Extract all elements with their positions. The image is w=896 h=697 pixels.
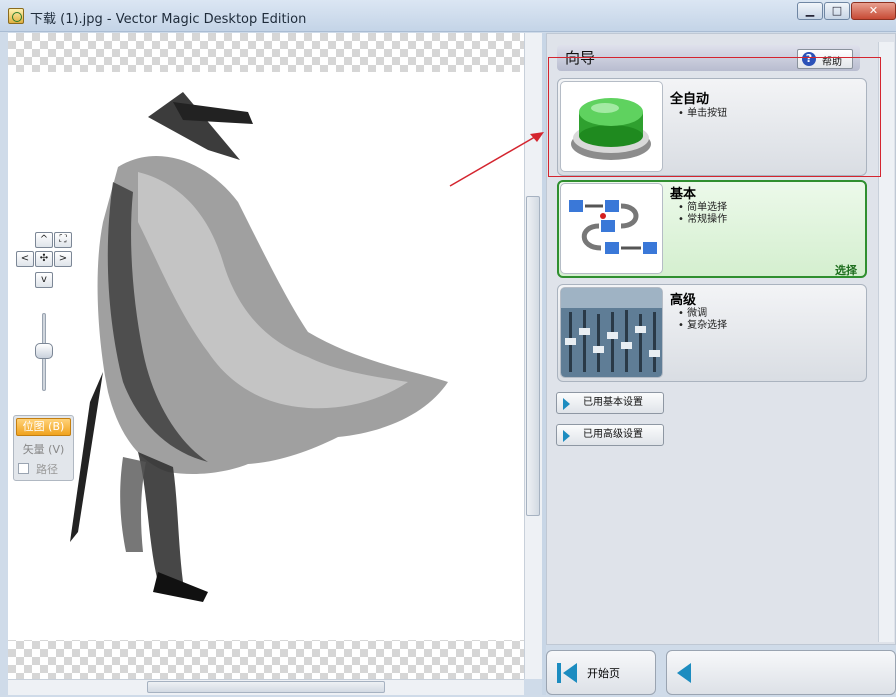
close-button[interactable]: ✕ [851,2,896,20]
path-checkbox[interactable] [18,463,29,474]
workflow-icon [560,183,663,274]
vector-mode-button[interactable]: 矢量 (V) [16,441,71,459]
annotation-highlight-box [548,57,881,177]
basic-select-label[interactable]: 选择 [835,262,857,278]
back-icon [677,663,691,683]
play-icon [563,430,570,442]
advanced-bullet-2: • 复杂选择 [678,320,728,331]
basic-settings-button[interactable]: 已用基本设置 [556,392,664,414]
pan-down-button[interactable]: v [35,272,53,288]
play-icon [563,398,570,410]
bitmap-mode-button[interactable]: 位图 (B) [16,418,71,436]
start-page-label: 开始页 [587,667,620,680]
start-page-icon [557,663,577,683]
maximize-button[interactable]: □ [824,2,850,20]
back-button[interactable] [666,650,896,695]
basic-settings-label: 已用基本设置 [583,397,643,408]
mixer-icon [560,287,663,378]
app-icon [8,8,24,24]
pan-left-button[interactable]: < [16,251,34,267]
canvas-horizontal-scroll-thumb[interactable] [147,681,385,693]
pan-up-button[interactable]: ^ [35,232,53,248]
pan-right-button[interactable]: > [54,251,72,267]
window-title: 下载 (1).jpg - Vector Magic Desktop Editio… [30,12,307,27]
start-page-button[interactable]: 开始页 [546,650,656,695]
advanced-settings-label: 已用高级设置 [583,429,643,440]
center-view-button[interactable]: ✣ [35,251,53,267]
zoom-slider-thumb[interactable] [35,343,53,359]
fit-view-button[interactable]: ⛶ [54,232,72,248]
annotation-arrow [449,132,544,187]
basic-bullet-2: • 常规操作 [678,214,728,225]
advanced-settings-button[interactable]: 已用高级设置 [556,424,664,446]
path-label: 路径 [36,463,58,476]
canvas-vertical-scroll-thumb[interactable] [526,196,540,516]
minimize-button[interactable]: ▁ [797,2,823,20]
